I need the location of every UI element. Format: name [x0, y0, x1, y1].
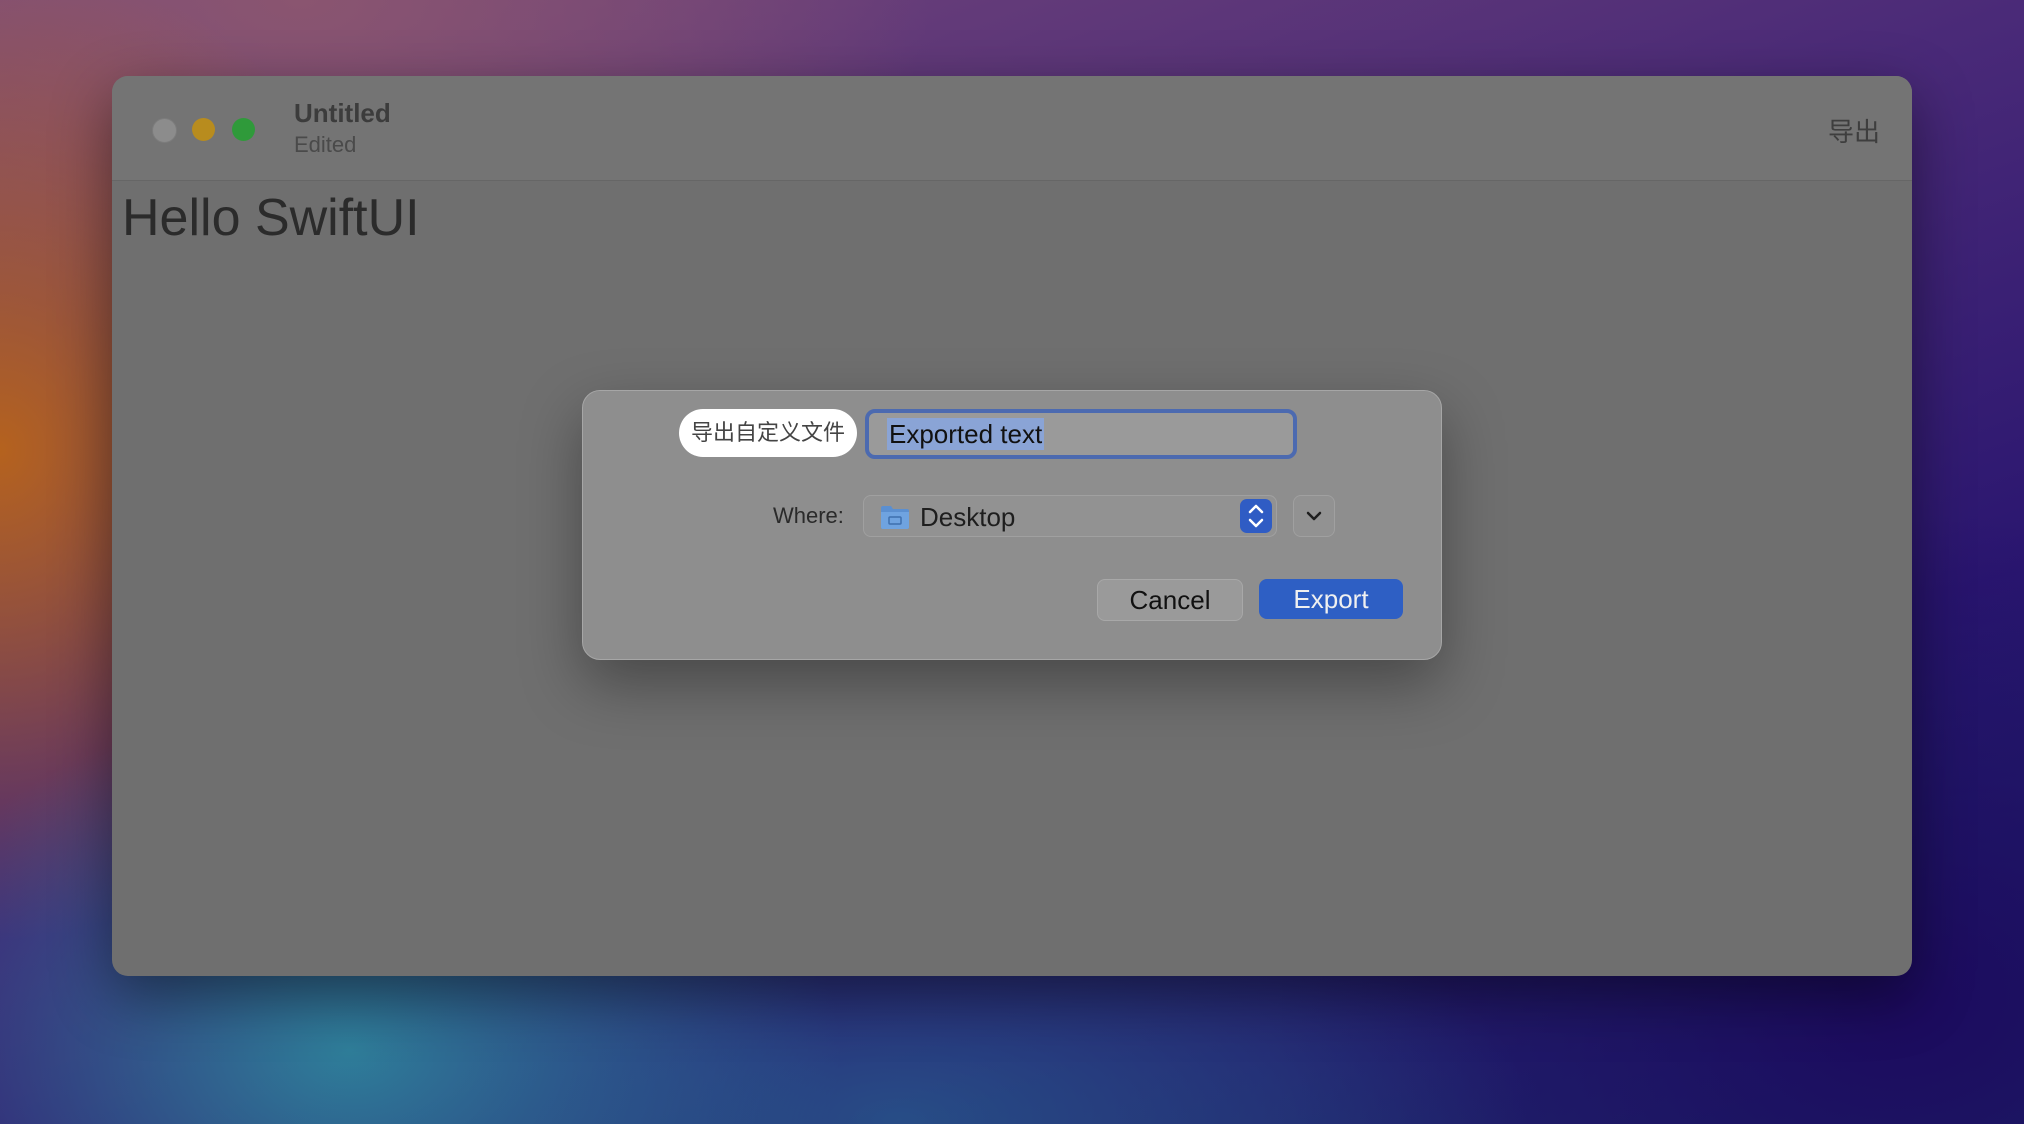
- toolbar-export-button[interactable]: 导出: [1828, 112, 1880, 149]
- expand-browser-button[interactable]: [1293, 495, 1335, 537]
- chevron-updown-icon: [1248, 504, 1264, 528]
- minimize-button[interactable]: [192, 118, 215, 141]
- location-stepper[interactable]: [1240, 499, 1272, 533]
- close-button[interactable]: [152, 118, 177, 143]
- where-label: Where:: [773, 503, 844, 528]
- name-field-label: 导出自定义文件: [679, 409, 858, 457]
- window-title: Untitled: [294, 98, 391, 128]
- filename-value: Exported text: [887, 418, 1045, 450]
- filename-input[interactable]: Exported text: [865, 409, 1297, 459]
- chevron-down-icon: [1306, 511, 1322, 521]
- location-value: Desktop: [920, 502, 1016, 532]
- export-button[interactable]: Export: [1259, 579, 1403, 619]
- maximize-button[interactable]: [232, 118, 255, 141]
- export-dialog: 导出自定义文件 Exported text Where: Desktop Can…: [582, 390, 1442, 660]
- location-popup[interactable]: Desktop: [863, 495, 1277, 537]
- document-text[interactable]: Hello SwiftUI: [122, 188, 420, 248]
- folder-icon: [881, 506, 909, 529]
- cancel-button[interactable]: Cancel: [1097, 579, 1243, 621]
- title-bar: Untitled Edited 导出: [112, 76, 1912, 181]
- window-subtitle: Edited: [294, 132, 357, 157]
